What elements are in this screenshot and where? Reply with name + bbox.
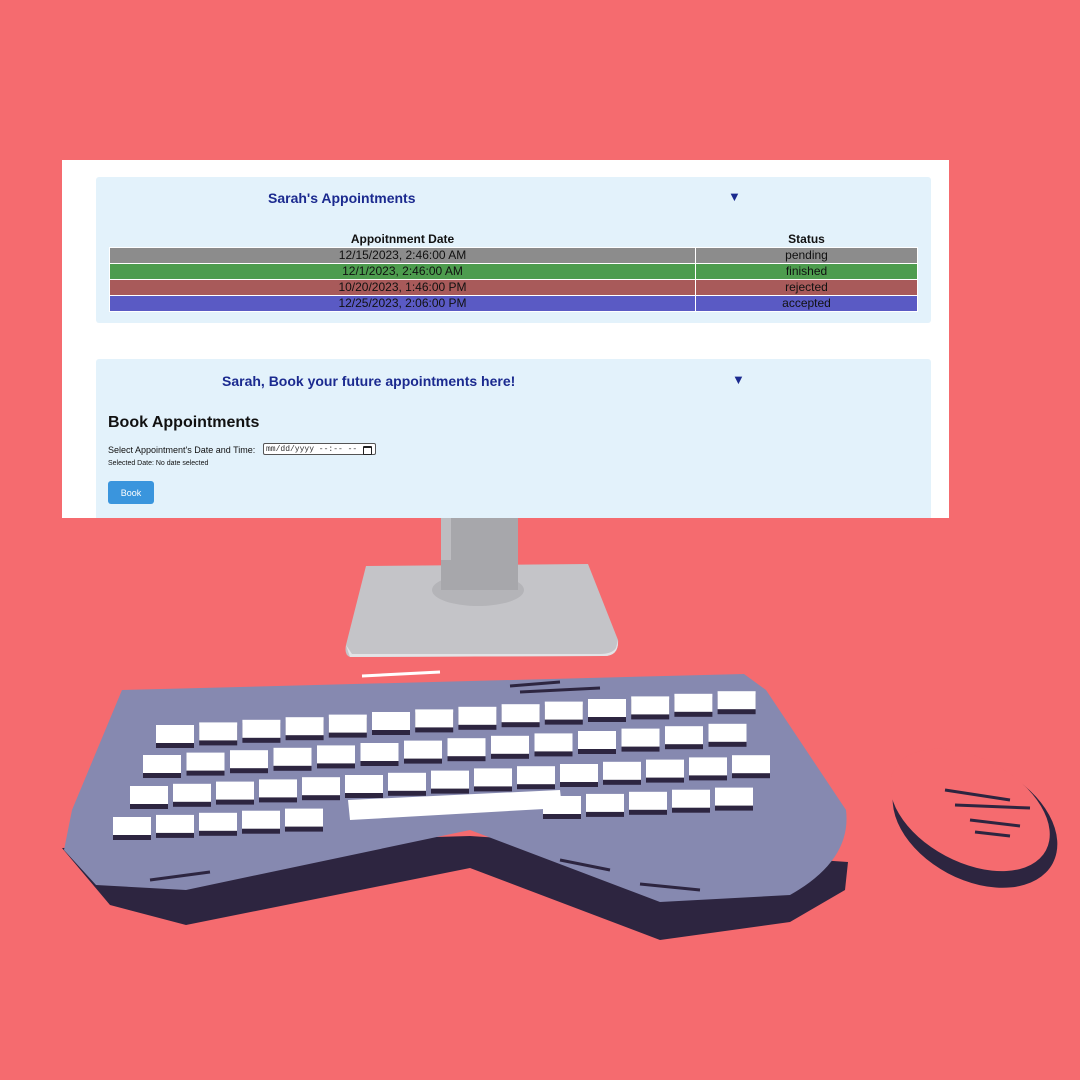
keyboard-key <box>113 817 151 835</box>
appointment-date: 12/1/2023, 2:46:00 AM <box>109 263 696 280</box>
keyboard-key <box>328 714 367 733</box>
table-row: 12/15/2023, 2:46:00 AM pending <box>109 247 918 264</box>
appointment-status: rejected <box>695 279 918 296</box>
keyboard-key <box>259 779 297 798</box>
keyboard-key <box>156 725 194 743</box>
appointments-panel-title[interactable]: Sarah's Appointments <box>268 190 416 206</box>
table-row: 10/20/2023, 1:46:00 PM rejected <box>109 279 918 296</box>
keyboard-key <box>216 781 254 800</box>
keyboard-key <box>588 699 626 717</box>
keyboard-key <box>447 738 486 757</box>
column-header-status: Status <box>788 232 825 246</box>
keyboard-key <box>415 709 454 728</box>
keyboard-key <box>302 777 340 796</box>
booking-panel-title[interactable]: Sarah, Book your future appointments her… <box>222 373 515 389</box>
keyboard-key <box>665 726 703 745</box>
keyboard-key <box>560 764 598 782</box>
book-appointments-heading: Book Appointments <box>108 414 260 431</box>
table-row: 12/25/2023, 2:06:00 PM accepted <box>109 295 918 312</box>
keyboard-key <box>708 723 747 742</box>
keyboard-key <box>242 810 280 829</box>
keyboard-key <box>345 775 383 793</box>
keyboard-key <box>458 706 497 725</box>
keyboard-key <box>199 722 238 741</box>
appointment-date: 10/20/2023, 1:46:00 PM <box>109 279 696 296</box>
keyboard-key <box>491 735 529 754</box>
keyboard-key <box>474 768 512 787</box>
keyboard-key <box>230 750 268 769</box>
keyboard-key <box>689 757 727 776</box>
keyboard-key <box>544 701 583 720</box>
keyboard-key <box>578 731 616 749</box>
keyboard-key <box>285 808 323 827</box>
calendar-icon[interactable] <box>363 446 372 455</box>
appointment-status: pending <box>695 247 918 264</box>
keyboard-key <box>143 755 181 773</box>
keyboard-key <box>285 717 324 736</box>
column-header-date: Appoitnment Date <box>350 232 455 246</box>
datetime-placeholder: mm/dd/yyyy --:-- -- <box>266 445 358 454</box>
appointment-status: accepted <box>695 295 918 312</box>
keyboard-key <box>388 772 426 791</box>
keyboard-key <box>674 693 713 712</box>
keyboard-key <box>242 719 281 738</box>
booking-toggle-icon[interactable]: ▼ <box>732 372 745 387</box>
booking-panel: Sarah, Book your future appointments her… <box>96 359 931 518</box>
table-row: 12/1/2023, 2:46:00 AM finished <box>109 263 918 280</box>
appointments-table: Appoitnment Date Status 12/15/2023, 2:46… <box>109 231 918 312</box>
keyboard-key <box>372 712 410 730</box>
appointments-toggle-icon[interactable]: ▼ <box>728 189 741 204</box>
keyboard-key <box>186 752 225 771</box>
book-button[interactable]: Book <box>108 481 154 504</box>
keyboard-key <box>621 728 660 747</box>
keyboard-key <box>631 696 670 715</box>
keyboard-key <box>517 766 555 785</box>
keyboard-key <box>717 691 756 710</box>
keyboard-key <box>534 733 573 752</box>
keyboard-key <box>317 745 355 764</box>
appointment-status: finished <box>695 263 918 280</box>
datetime-label: Select Appointment's Date and Time: <box>108 445 256 455</box>
keyboard-key <box>715 787 753 806</box>
keyboard-key <box>199 812 237 831</box>
keyboard-key <box>732 755 770 774</box>
keyboard-key <box>501 704 540 723</box>
keyboard-key <box>586 793 624 812</box>
keyboard-key <box>646 759 684 778</box>
keyboard-key <box>273 747 312 766</box>
appointment-date: 12/25/2023, 2:06:00 PM <box>109 295 696 312</box>
keyboard-key <box>431 770 469 789</box>
monitor-screen: Sarah's Appointments ▼ Appoitnment Date … <box>62 160 949 518</box>
datetime-input[interactable]: mm/dd/yyyy --:-- -- <box>263 443 376 455</box>
keyboard-key <box>629 791 667 810</box>
appointment-date: 12/15/2023, 2:46:00 AM <box>109 247 696 264</box>
keyboard-key <box>672 789 710 808</box>
keyboard-key <box>404 740 442 759</box>
appointments-panel: Sarah's Appointments ▼ Appoitnment Date … <box>96 177 931 323</box>
keyboard-key <box>173 783 211 802</box>
keyboard-key <box>603 761 641 780</box>
keyboard-key <box>156 814 194 833</box>
selected-date-text: Selected Date: No date selected <box>108 460 209 467</box>
keyboard-key <box>360 743 399 761</box>
keyboard-key <box>130 786 168 804</box>
